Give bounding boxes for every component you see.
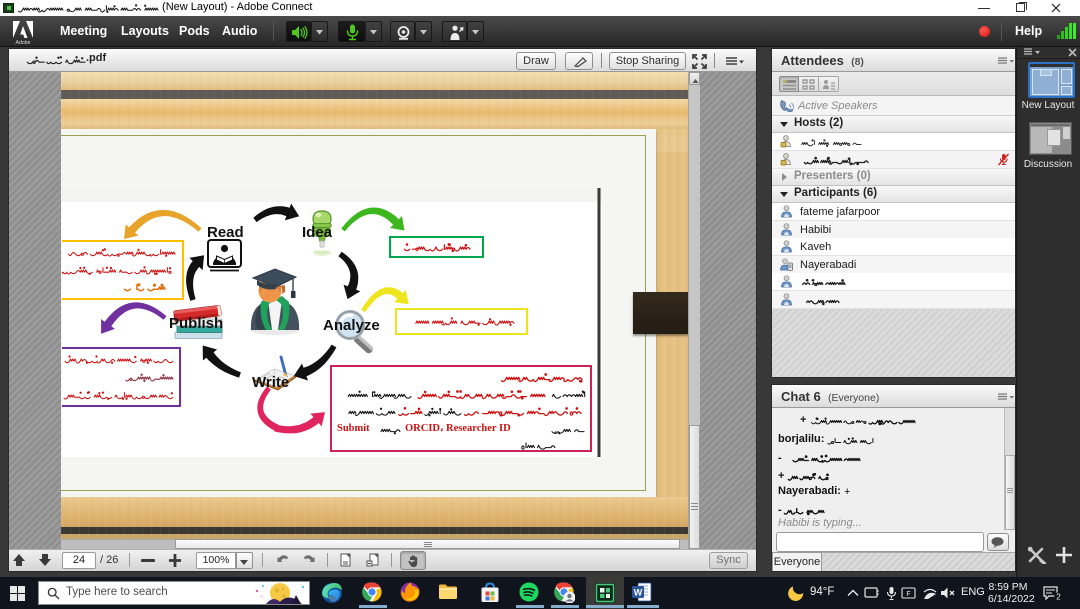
svg-text:2: 2 xyxy=(1056,593,1061,602)
svg-text:W: W xyxy=(634,588,643,598)
svg-text:F: F xyxy=(906,591,910,598)
svg-text:Adobe: Adobe xyxy=(15,40,30,45)
